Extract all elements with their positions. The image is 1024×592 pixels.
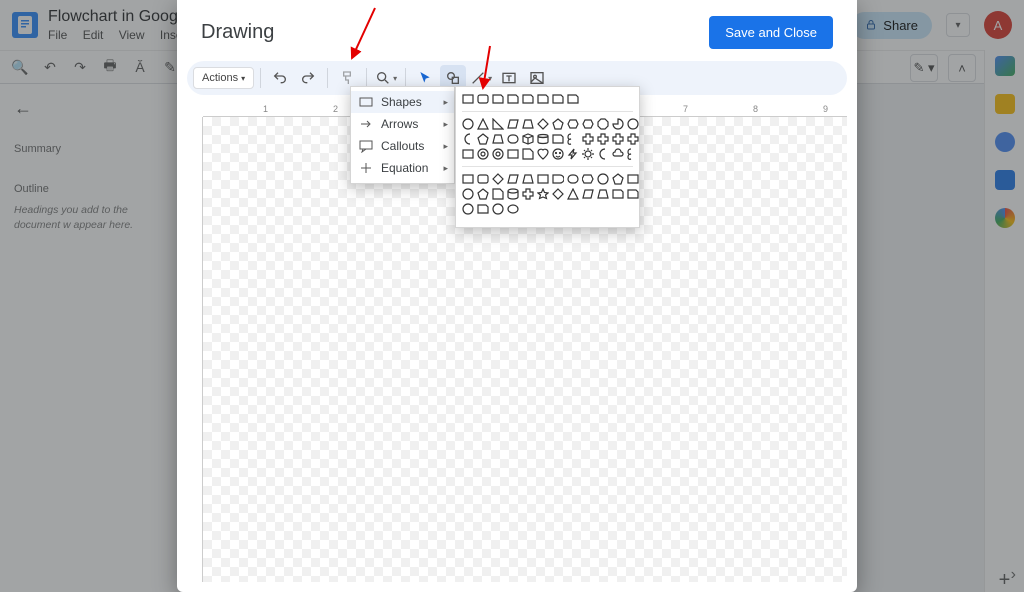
shape-option-brace[interactable]	[627, 148, 639, 160]
dialog-title: Drawing	[201, 21, 274, 44]
shape-category-menu: Shapes▸ Arrows▸ Callouts▸ Equation▸	[350, 86, 455, 184]
shape-option-tri[interactable]	[477, 118, 489, 130]
actions-menu-button[interactable]: Actions▾	[193, 67, 254, 89]
shape-option-tri[interactable]	[567, 188, 579, 200]
shape-option-can[interactable]	[567, 173, 579, 185]
shape-option-cube[interactable]	[522, 133, 534, 145]
shape-option-hex[interactable]	[582, 118, 594, 130]
equation-icon	[359, 161, 373, 175]
shape-option-circle[interactable]	[462, 118, 474, 130]
callout-icon	[359, 139, 373, 153]
shape-option-moon[interactable]	[462, 133, 474, 145]
shape-option-plus[interactable]	[582, 133, 594, 145]
shape-option-circle[interactable]	[627, 118, 639, 130]
shape-option-rect[interactable]	[462, 93, 474, 105]
shape-option-brace[interactable]	[567, 133, 579, 145]
shape-option-trap[interactable]	[522, 173, 534, 185]
shape-option-plus[interactable]	[522, 188, 534, 200]
shape-option-circle[interactable]	[462, 188, 474, 200]
shape-option-diam[interactable]	[492, 173, 504, 185]
shape-option-snip[interactable]	[477, 203, 489, 215]
shape-option-ellipse[interactable]	[507, 203, 519, 215]
shape-option-db[interactable]	[507, 188, 519, 200]
shape-option-doc[interactable]	[492, 188, 504, 200]
shape-option-rect[interactable]	[537, 173, 549, 185]
shape-option-para[interactable]	[507, 118, 519, 130]
shape-option-plus[interactable]	[597, 133, 609, 145]
vertical-ruler	[187, 117, 203, 582]
shapes-palette	[455, 86, 640, 228]
shape-option-pie[interactable]	[612, 118, 624, 130]
menu-item-arrows[interactable]: Arrows▸	[351, 113, 454, 135]
shape-option-cyl[interactable]	[537, 133, 549, 145]
shape-option-donut[interactable]	[477, 148, 489, 160]
shape-option-snip[interactable]	[552, 93, 564, 105]
shape-option-pent[interactable]	[552, 118, 564, 130]
rect-icon	[359, 95, 373, 109]
shape-option-snip[interactable]	[567, 93, 579, 105]
shape-option-donut[interactable]	[492, 148, 504, 160]
menu-item-shapes[interactable]: Shapes▸	[351, 91, 454, 113]
shape-option-rect[interactable]	[462, 148, 474, 160]
shape-option-diam[interactable]	[552, 188, 564, 200]
shape-option-snip[interactable]	[537, 93, 549, 105]
menu-item-callouts[interactable]: Callouts▸	[351, 135, 454, 157]
shape-option-rect[interactable]	[507, 148, 519, 160]
shape-option-disp[interactable]	[582, 173, 594, 185]
shape-option-star[interactable]	[537, 188, 549, 200]
shape-option-para[interactable]	[582, 188, 594, 200]
shape-option-moon[interactable]	[597, 148, 609, 160]
shape-option-diam[interactable]	[537, 118, 549, 130]
arrow-icon	[359, 117, 373, 131]
menu-item-equation[interactable]: Equation▸	[351, 157, 454, 179]
shape-option-snip[interactable]	[507, 93, 519, 105]
shape-option-doc[interactable]	[522, 148, 534, 160]
shape-option-trap[interactable]	[522, 118, 534, 130]
shape-option-snip[interactable]	[612, 188, 624, 200]
shape-option-can[interactable]	[507, 133, 519, 145]
shape-option-pent[interactable]	[477, 133, 489, 145]
shape-option-rtri[interactable]	[492, 118, 504, 130]
shape-option-pent[interactable]	[477, 188, 489, 200]
save-and-close-button[interactable]: Save and Close	[709, 16, 833, 49]
shape-option-snip[interactable]	[552, 133, 564, 145]
shape-option-pent[interactable]	[612, 173, 624, 185]
shape-option-circle[interactable]	[597, 173, 609, 185]
shape-option-lightning[interactable]	[567, 148, 579, 160]
undo-button[interactable]	[267, 65, 293, 91]
shape-option-delay[interactable]	[552, 173, 564, 185]
shape-option-hex[interactable]	[567, 118, 579, 130]
shape-option-trap[interactable]	[597, 188, 609, 200]
shape-option-plus[interactable]	[627, 133, 639, 145]
shape-option-snip[interactable]	[522, 93, 534, 105]
shape-option-snip[interactable]	[627, 188, 639, 200]
shape-option-rrect[interactable]	[477, 173, 489, 185]
shape-option-rect[interactable]	[627, 173, 639, 185]
shape-option-smile[interactable]	[552, 148, 564, 160]
shape-option-plus[interactable]	[612, 133, 624, 145]
shape-option-sun[interactable]	[582, 148, 594, 160]
shape-option-circle[interactable]	[492, 203, 504, 215]
shape-option-rect[interactable]	[462, 173, 474, 185]
shape-option-cloud[interactable]	[612, 148, 624, 160]
shape-option-trap[interactable]	[492, 133, 504, 145]
shape-option-heart[interactable]	[537, 148, 549, 160]
redo-button[interactable]	[295, 65, 321, 91]
shape-option-circle[interactable]	[462, 203, 474, 215]
shape-option-oct[interactable]	[597, 118, 609, 130]
shape-option-para[interactable]	[507, 173, 519, 185]
